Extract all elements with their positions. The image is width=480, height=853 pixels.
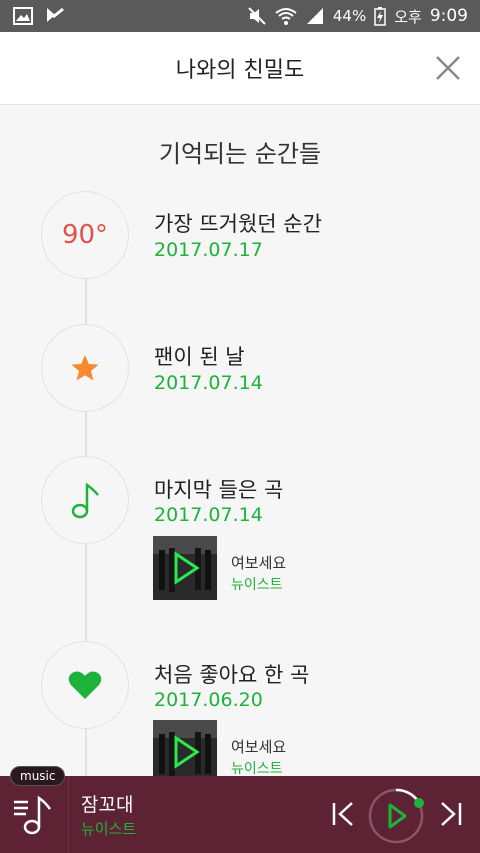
clock-time: 9:09 (429, 6, 468, 26)
header: 나와의 친밀도 (0, 32, 480, 105)
heart-icon (68, 671, 102, 699)
player-song-artist: 뉴이스트 (81, 820, 137, 838)
playlist-music-icon (14, 795, 52, 835)
close-icon (436, 56, 460, 80)
next-icon (441, 802, 462, 826)
next-button[interactable] (438, 800, 464, 832)
album-art[interactable] (153, 536, 217, 600)
temperature-value: 90° (61, 220, 109, 250)
heart-badge (41, 641, 129, 729)
mute-icon (247, 6, 267, 26)
song-artist: 뉴이스트 (231, 577, 283, 593)
star-badge (41, 324, 129, 412)
moment-date: 2017.07.17 (154, 239, 263, 261)
close-button[interactable] (434, 54, 462, 82)
battery-charging-icon (374, 6, 386, 26)
song-name: 여보세요 (231, 738, 287, 756)
song-artist: 뉴이스트 (231, 761, 283, 777)
wifi-icon (275, 6, 297, 26)
download-notification-icon (44, 5, 66, 27)
status-bar: 44% 오후 9:09 (0, 0, 480, 32)
moment-date: 2017.06.20 (154, 689, 263, 711)
music-note-icon (71, 482, 99, 519)
previous-icon (332, 802, 353, 826)
album-art[interactable] (153, 720, 217, 784)
moment-date: 2017.07.14 (154, 372, 263, 394)
page-title: 나와의 친밀도 (175, 58, 305, 83)
song-name: 여보세요 (231, 554, 287, 572)
section-title: 기억되는 순간들 (158, 140, 322, 168)
moment-title: 처음 좋아요 한 곡 (154, 663, 310, 687)
clock-ampm: 오후 (394, 7, 422, 26)
temperature-badge: 90° (41, 191, 129, 279)
mini-player: 잠꼬대 뉴이스트 (0, 776, 480, 853)
player-song-name: 잠꼬대 (81, 794, 134, 816)
moment-title: 가장 뜨거웠던 순간 (154, 212, 322, 236)
moment-title: 마지막 들은 곡 (154, 478, 284, 502)
star-icon (71, 355, 99, 381)
play-button[interactable] (368, 786, 426, 848)
signal-icon (305, 6, 325, 26)
gallery-notification-icon (12, 5, 34, 27)
player-divider (68, 776, 69, 853)
battery-percent: 44% (332, 7, 367, 25)
music-note-badge (41, 456, 129, 544)
playlist-button[interactable] (12, 792, 56, 836)
moment-date: 2017.07.14 (154, 504, 263, 526)
previous-button[interactable] (330, 800, 356, 832)
moment-title: 팬이 된 날 (154, 345, 245, 369)
music-tag-badge: music (10, 766, 66, 786)
play-icon (368, 788, 424, 844)
